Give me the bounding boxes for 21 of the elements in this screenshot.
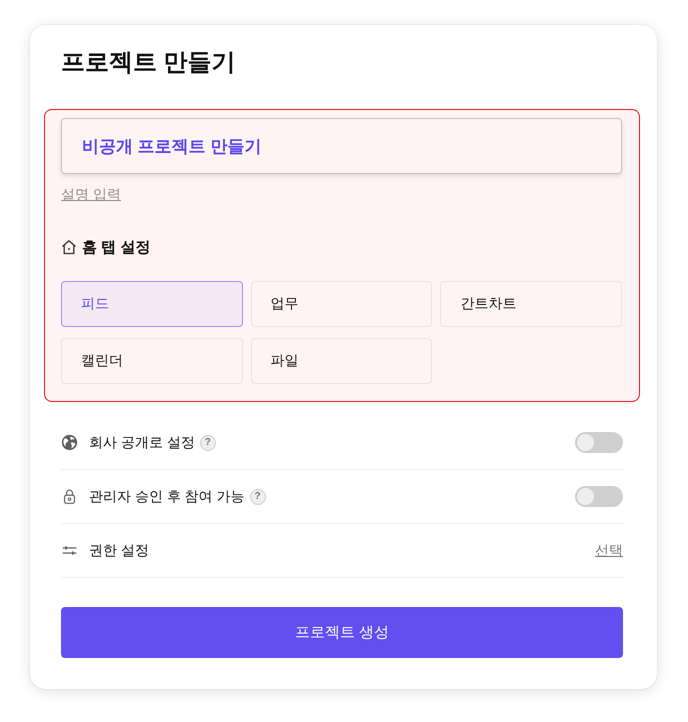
- help-icon[interactable]: ?: [200, 434, 216, 450]
- dialog-title: 프로젝트 만들기: [61, 48, 237, 78]
- section-label: 홈 탭 설정: [82, 238, 150, 256]
- description-link[interactable]: 설명 입력: [61, 184, 121, 204]
- select-link[interactable]: 선택: [595, 542, 623, 560]
- home-tab-option[interactable]: 파일: [250, 338, 432, 384]
- home-tab-option[interactable]: 간트차트: [440, 281, 622, 327]
- help-icon[interactable]: ?: [250, 488, 266, 504]
- setting-label: 회사 공개로 설정: [89, 434, 195, 452]
- project-name-field[interactable]: 비공개 프로젝트 만들기: [61, 118, 622, 174]
- toggle-switch[interactable]: [575, 486, 623, 507]
- toggle-switch[interactable]: [575, 432, 623, 453]
- globe-icon: [61, 434, 78, 451]
- create-project-button[interactable]: 프로젝트 생성: [61, 607, 623, 658]
- home-icon: [61, 239, 77, 255]
- lock-icon: [61, 488, 78, 505]
- setting-label: 관리자 승인 후 참여 가능: [89, 488, 245, 506]
- setting-label: 권한 설정: [89, 542, 149, 560]
- home-tab-option[interactable]: 캘린더: [61, 338, 243, 384]
- home-tab-option[interactable]: 피드: [61, 281, 243, 327]
- home-tab-option[interactable]: 업무: [250, 281, 432, 327]
